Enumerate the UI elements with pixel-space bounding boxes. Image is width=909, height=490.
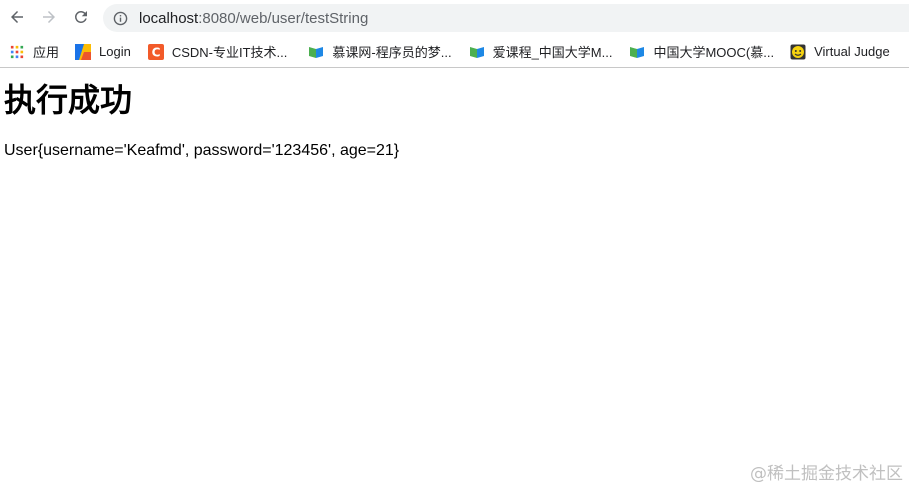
watermark: @稀土掘金技术社区 bbox=[750, 464, 903, 484]
bookmark-label: 中国大学MOOC(慕... bbox=[653, 45, 775, 60]
reload-icon bbox=[74, 10, 87, 23]
icourse-favicon bbox=[469, 44, 485, 60]
browser-toolbar: localhost:8080/web/user/testString bbox=[0, 0, 909, 36]
mooc-favicon bbox=[629, 44, 645, 60]
apps-grid-icon bbox=[9, 44, 25, 60]
bookmark-label: Login bbox=[99, 44, 131, 59]
result-text: User{username='Keafmd', password='123456… bbox=[4, 142, 400, 159]
info-icon[interactable] bbox=[112, 10, 128, 26]
url-host: localhost bbox=[139, 9, 199, 27]
url-text[interactable]: localhost:8080/web/user/testString bbox=[139, 10, 368, 27]
imooc-favicon bbox=[308, 44, 324, 60]
bookmark-label: 慕课网-程序员的梦... bbox=[332, 45, 452, 60]
login-favicon bbox=[75, 43, 92, 60]
back-button[interactable] bbox=[5, 5, 29, 29]
forward-arrow-icon bbox=[43, 11, 55, 23]
bookmarks-bar: 应用 Login C CSDN-专业IT技术... 慕课网-程序员的梦... 爱… bbox=[0, 36, 909, 68]
url-path: :8080/web/user/testString bbox=[198, 9, 369, 27]
reload-button[interactable] bbox=[69, 5, 93, 29]
csdn-favicon: C bbox=[147, 43, 164, 60]
address-bar[interactable]: localhost:8080/web/user/testString bbox=[103, 4, 909, 32]
back-arrow-icon bbox=[11, 11, 23, 23]
bookmark-login[interactable]: Login bbox=[75, 40, 131, 64]
bookmark-vjudge[interactable]: Virtual Judge bbox=[790, 40, 890, 64]
forward-button[interactable] bbox=[37, 5, 61, 29]
bookmark-label: Virtual Judge bbox=[814, 44, 890, 59]
bookmark-mooc[interactable]: 中国大学MOOC(慕... bbox=[629, 40, 774, 64]
bookmark-csdn[interactable]: C CSDN-专业IT技术... bbox=[147, 40, 288, 64]
bookmark-apps[interactable]: 应用 bbox=[9, 40, 59, 64]
svg-text:C: C bbox=[151, 45, 160, 59]
bookmark-label: CSDN-专业IT技术... bbox=[171, 45, 288, 60]
bookmark-icourse[interactable]: 爱课程_中国大学M... bbox=[469, 40, 613, 64]
bookmark-imooc[interactable]: 慕课网-程序员的梦... bbox=[308, 40, 452, 64]
vjudge-favicon bbox=[790, 44, 806, 60]
bookmark-label: 爱课程_中国大学M... bbox=[492, 45, 613, 60]
page-title: 执行成功 bbox=[4, 81, 133, 119]
bookmark-label: 应用 bbox=[33, 45, 60, 60]
